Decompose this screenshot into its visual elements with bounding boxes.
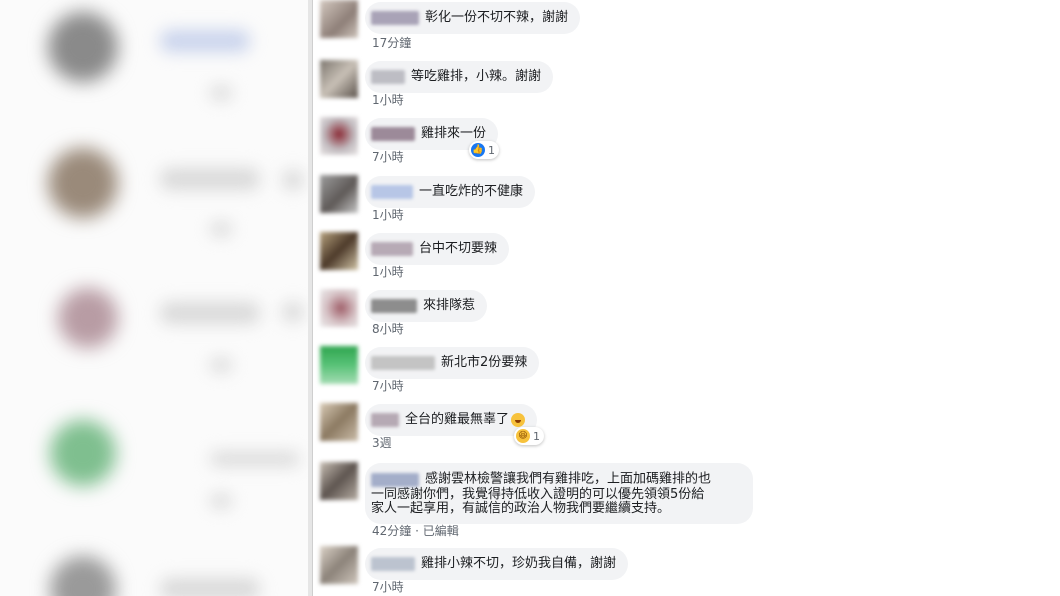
avatar[interactable] [320,403,358,441]
comment-timestamp[interactable]: 3週 [372,434,392,451]
blurred-text [282,302,304,322]
avatar[interactable] [320,462,358,500]
comment-bubble: 感謝雲林檢警讓我們有雞排吃，上面加碼雞排的也 一同感謝你們，我覺得持低收入證明的… [365,463,753,524]
blurred-avatar [48,148,118,218]
commenter-name[interactable] [371,299,417,313]
avatar[interactable] [320,0,358,38]
comment-meta: 42分鐘 · 已編輯 [372,522,459,539]
edited-label[interactable]: 已編輯 [423,524,459,538]
comment-bubble: 等吃雞排，小辣。謝謝 [365,61,554,93]
comment-timestamp[interactable]: 7小時 [372,578,404,595]
comment-bubble: 台中不切要辣 [365,233,510,265]
commenter-name[interactable] [371,185,413,199]
avatar[interactable] [320,117,358,155]
comment-timestamp[interactable]: 17分鐘 [372,34,411,51]
blurred-text [210,222,232,236]
blurred-avatar [50,556,116,596]
comment-timestamp[interactable]: 7小時 [372,377,404,394]
comment-text: 一直吃炸的不健康 [419,184,524,199]
comment-timestamp[interactable]: 1小時 [372,91,404,108]
reaction-badge[interactable]: 👍 1 [469,141,499,159]
comment-bubble: 一直吃炸的不健康 [365,176,536,208]
comment-text: 雞排來一份 [421,126,487,141]
commenter-name[interactable] [371,557,415,571]
commenter-name[interactable] [371,413,399,427]
like-icon: 👍 [471,143,485,157]
commenter-name[interactable] [371,11,419,25]
comment-text-line: 感謝雲林檢警讓我們有雞排吃，上面加碼雞排的也 [425,471,712,487]
meta-separator: · [415,524,423,538]
comment-text: 等吃雞排，小辣。謝謝 [411,69,542,84]
avatar[interactable] [320,60,358,98]
commenter-name[interactable] [371,127,415,141]
comment-text: 新北市2份要辣 [441,355,528,370]
comment-bubble: 來排隊惹 [365,290,488,322]
blurred-text [210,86,232,100]
comment-bubble: 彰化一份不切不辣，謝謝 [365,2,581,34]
comment-timestamp[interactable]: 8小時 [372,320,404,337]
blurred-text [210,358,232,372]
commenter-name[interactable] [371,70,405,84]
reaction-count: 1 [533,429,540,443]
blurred-text [160,302,260,324]
comment-text: 彰化一份不切不辣，謝謝 [425,10,569,25]
commenter-name[interactable] [371,242,413,256]
commenter-name[interactable] [371,356,435,370]
avatar[interactable] [320,289,358,327]
blurred-text [210,494,232,508]
avatar[interactable] [320,232,358,270]
blurred-text [160,168,260,190]
haha-icon: 😆 [516,429,530,443]
avatar[interactable] [320,346,358,384]
blurred-avatar [58,288,118,348]
commenter-name[interactable] [371,472,419,487]
comment-timestamp[interactable]: 1小時 [372,206,404,223]
blurred-text [160,578,260,596]
comment-bubble: 雞排小辣不切，珍奶我自備，謝謝 [365,548,629,580]
comment-text: 雞排小辣不切，珍奶我自備，謝謝 [421,556,617,571]
blurred-text [160,30,250,52]
blurred-avatar [50,420,116,486]
comment-bubble: 新北市2份要辣 [365,347,540,379]
blurred-avatar [48,12,118,82]
comment-text-line: 家人一起享用，有誠信的政治人物我們要繼續支持。 [371,501,671,516]
blurred-text [210,452,300,466]
reaction-badge[interactable]: 😆 1 [514,427,544,445]
comment-text-line: 一同感謝你們，我覺得持低收入證明的可以優先領領5份給 [371,487,705,502]
comment-bubble: 全台的雞最無辜了 [365,404,538,436]
comment-text: 來排隊惹 [423,298,476,313]
blurred-text [282,170,304,190]
comment-timestamp[interactable]: 1小時 [372,263,404,280]
comment-text: 全台的雞最無辜了 [405,412,510,427]
blurred-background-panel [0,0,308,596]
avatar[interactable] [320,546,358,584]
comment-timestamp[interactable]: 7小時 [372,148,404,165]
reaction-count: 1 [488,143,495,157]
laughing-emoji-icon [511,413,526,427]
avatar[interactable] [320,175,358,213]
comment-text: 台中不切要辣 [419,241,498,256]
comment-timestamp[interactable]: 42分鐘 [372,524,411,538]
